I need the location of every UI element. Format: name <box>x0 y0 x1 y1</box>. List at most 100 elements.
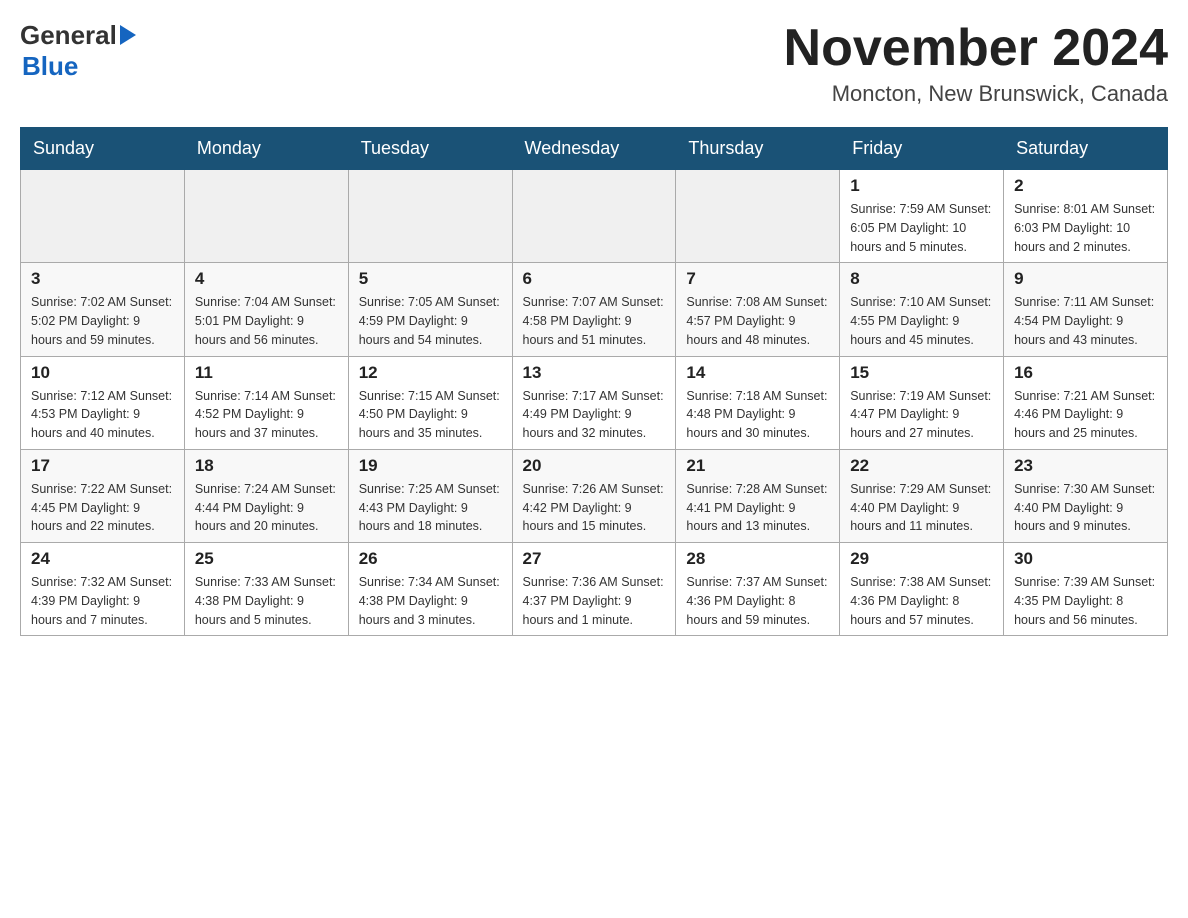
day-info: Sunrise: 7:29 AM Sunset: 4:40 PM Dayligh… <box>850 480 993 536</box>
day-number: 16 <box>1014 363 1157 383</box>
calendar-cell: 9 Sunrise: 7:11 AM Sunset: 4:54 PM Daylig… <box>1004 263 1168 356</box>
day-number: 18 <box>195 456 338 476</box>
day-info: Sunrise: 7:28 AM Sunset: 4:41 PM Dayligh… <box>686 480 829 536</box>
day-number: 2 <box>1014 176 1157 196</box>
day-number: 28 <box>686 549 829 569</box>
week-row-5: 24 Sunrise: 7:32 AM Sunset: 4:39 PM Dayli… <box>21 543 1168 636</box>
day-info: Sunrise: 7:11 AM Sunset: 4:54 PM Dayligh… <box>1014 293 1157 349</box>
day-number: 4 <box>195 269 338 289</box>
calendar-cell: 28 Sunrise: 7:37 AM Sunset: 4:36 PM Dayli… <box>676 543 840 636</box>
calendar-cell: 2Sunrise: 8:01 AM Sunset: 6:03 PM Daylig… <box>1004 170 1168 263</box>
day-number: 23 <box>1014 456 1157 476</box>
day-info: Sunrise: 7:18 AM Sunset: 4:48 PM Dayligh… <box>686 387 829 443</box>
day-info: Sunrise: 7:34 AM Sunset: 4:38 PM Dayligh… <box>359 573 502 629</box>
day-number: 12 <box>359 363 502 383</box>
day-number: 6 <box>523 269 666 289</box>
day-number: 26 <box>359 549 502 569</box>
logo-blue-text: Blue <box>22 51 78 82</box>
day-info: Sunrise: 7:19 AM Sunset: 4:47 PM Dayligh… <box>850 387 993 443</box>
calendar-cell: 17Sunrise: 7:22 AM Sunset: 4:45 PM Dayli… <box>21 449 185 542</box>
weekday-header-tuesday: Tuesday <box>348 128 512 170</box>
day-number: 24 <box>31 549 174 569</box>
month-title: November 2024 <box>784 20 1168 77</box>
day-info: Sunrise: 7:37 AM Sunset: 4:36 PM Dayligh… <box>686 573 829 629</box>
calendar-cell: 19 Sunrise: 7:25 AM Sunset: 4:43 PM Dayli… <box>348 449 512 542</box>
week-row-1: 1Sunrise: 7:59 AM Sunset: 6:05 PM Daylig… <box>21 170 1168 263</box>
day-number: 9 <box>1014 269 1157 289</box>
calendar-cell: 29 Sunrise: 7:38 AM Sunset: 4:36 PM Dayli… <box>840 543 1004 636</box>
day-number: 25 <box>195 549 338 569</box>
calendar-cell: 6 Sunrise: 7:07 AM Sunset: 4:58 PM Daylig… <box>512 263 676 356</box>
day-info: Sunrise: 7:10 AM Sunset: 4:55 PM Dayligh… <box>850 293 993 349</box>
day-info: Sunrise: 7:26 AM Sunset: 4:42 PM Dayligh… <box>523 480 666 536</box>
day-info: Sunrise: 7:15 AM Sunset: 4:50 PM Dayligh… <box>359 387 502 443</box>
day-number: 19 <box>359 456 502 476</box>
calendar-cell: 26 Sunrise: 7:34 AM Sunset: 4:38 PM Dayli… <box>348 543 512 636</box>
day-info: Sunrise: 7:36 AM Sunset: 4:37 PM Dayligh… <box>523 573 666 629</box>
day-info: Sunrise: 7:22 AM Sunset: 4:45 PM Dayligh… <box>31 480 174 536</box>
day-number: 30 <box>1014 549 1157 569</box>
calendar-cell: 18 Sunrise: 7:24 AM Sunset: 4:44 PM Dayli… <box>184 449 348 542</box>
day-info: Sunrise: 7:08 AM Sunset: 4:57 PM Dayligh… <box>686 293 829 349</box>
calendar-cell: 8 Sunrise: 7:10 AM Sunset: 4:55 PM Daylig… <box>840 263 1004 356</box>
calendar-cell <box>676 170 840 263</box>
day-info: Sunrise: 7:33 AM Sunset: 4:38 PM Dayligh… <box>195 573 338 629</box>
logo-arrow-icon <box>120 25 136 45</box>
day-info: Sunrise: 7:17 AM Sunset: 4:49 PM Dayligh… <box>523 387 666 443</box>
day-number: 21 <box>686 456 829 476</box>
calendar-cell <box>21 170 185 263</box>
day-number: 10 <box>31 363 174 383</box>
day-info: Sunrise: 7:38 AM Sunset: 4:36 PM Dayligh… <box>850 573 993 629</box>
weekday-header-saturday: Saturday <box>1004 128 1168 170</box>
page-header: General Blue November 2024 Moncton, New … <box>20 20 1168 107</box>
day-info: Sunrise: 7:02 AM Sunset: 5:02 PM Dayligh… <box>31 293 174 349</box>
day-info: Sunrise: 7:14 AM Sunset: 4:52 PM Dayligh… <box>195 387 338 443</box>
day-number: 29 <box>850 549 993 569</box>
day-number: 14 <box>686 363 829 383</box>
calendar-cell <box>348 170 512 263</box>
weekday-header-thursday: Thursday <box>676 128 840 170</box>
location-text: Moncton, New Brunswick, Canada <box>784 81 1168 107</box>
day-number: 3 <box>31 269 174 289</box>
weekday-header-monday: Monday <box>184 128 348 170</box>
calendar-cell: 27 Sunrise: 7:36 AM Sunset: 4:37 PM Dayli… <box>512 543 676 636</box>
calendar-cell: 11 Sunrise: 7:14 AM Sunset: 4:52 PM Dayli… <box>184 356 348 449</box>
day-info: Sunrise: 7:04 AM Sunset: 5:01 PM Dayligh… <box>195 293 338 349</box>
calendar-cell <box>184 170 348 263</box>
title-section: November 2024 Moncton, New Brunswick, Ca… <box>784 20 1168 107</box>
calendar-table: SundayMondayTuesdayWednesdayThursdayFrid… <box>20 127 1168 636</box>
calendar-cell: 13 Sunrise: 7:17 AM Sunset: 4:49 PM Dayli… <box>512 356 676 449</box>
logo: General Blue <box>20 20 136 82</box>
calendar-cell: 14 Sunrise: 7:18 AM Sunset: 4:48 PM Dayli… <box>676 356 840 449</box>
calendar-cell: 24 Sunrise: 7:32 AM Sunset: 4:39 PM Dayli… <box>21 543 185 636</box>
calendar-cell: 4 Sunrise: 7:04 AM Sunset: 5:01 PM Daylig… <box>184 263 348 356</box>
day-number: 15 <box>850 363 993 383</box>
calendar-cell: 1Sunrise: 7:59 AM Sunset: 6:05 PM Daylig… <box>840 170 1004 263</box>
calendar-cell: 30 Sunrise: 7:39 AM Sunset: 4:35 PM Dayli… <box>1004 543 1168 636</box>
day-number: 7 <box>686 269 829 289</box>
weekday-header-friday: Friday <box>840 128 1004 170</box>
calendar-cell: 12 Sunrise: 7:15 AM Sunset: 4:50 PM Dayli… <box>348 356 512 449</box>
day-info: Sunrise: 7:59 AM Sunset: 6:05 PM Dayligh… <box>850 200 993 256</box>
day-number: 27 <box>523 549 666 569</box>
day-number: 13 <box>523 363 666 383</box>
day-number: 11 <box>195 363 338 383</box>
calendar-cell: 5 Sunrise: 7:05 AM Sunset: 4:59 PM Daylig… <box>348 263 512 356</box>
day-number: 5 <box>359 269 502 289</box>
day-number: 8 <box>850 269 993 289</box>
calendar-cell: 10Sunrise: 7:12 AM Sunset: 4:53 PM Dayli… <box>21 356 185 449</box>
day-info: Sunrise: 7:24 AM Sunset: 4:44 PM Dayligh… <box>195 480 338 536</box>
calendar-cell: 15 Sunrise: 7:19 AM Sunset: 4:47 PM Dayli… <box>840 356 1004 449</box>
day-info: Sunrise: 7:32 AM Sunset: 4:39 PM Dayligh… <box>31 573 174 629</box>
weekday-header-sunday: Sunday <box>21 128 185 170</box>
calendar-cell: 20Sunrise: 7:26 AM Sunset: 4:42 PM Dayli… <box>512 449 676 542</box>
day-info: Sunrise: 7:25 AM Sunset: 4:43 PM Dayligh… <box>359 480 502 536</box>
day-info: Sunrise: 7:05 AM Sunset: 4:59 PM Dayligh… <box>359 293 502 349</box>
weekday-header-row: SundayMondayTuesdayWednesdayThursdayFrid… <box>21 128 1168 170</box>
calendar-cell: 7 Sunrise: 7:08 AM Sunset: 4:57 PM Daylig… <box>676 263 840 356</box>
day-info: Sunrise: 7:21 AM Sunset: 4:46 PM Dayligh… <box>1014 387 1157 443</box>
day-info: Sunrise: 7:39 AM Sunset: 4:35 PM Dayligh… <box>1014 573 1157 629</box>
day-info: Sunrise: 7:30 AM Sunset: 4:40 PM Dayligh… <box>1014 480 1157 536</box>
calendar-cell: 22Sunrise: 7:29 AM Sunset: 4:40 PM Dayli… <box>840 449 1004 542</box>
day-info: Sunrise: 7:07 AM Sunset: 4:58 PM Dayligh… <box>523 293 666 349</box>
